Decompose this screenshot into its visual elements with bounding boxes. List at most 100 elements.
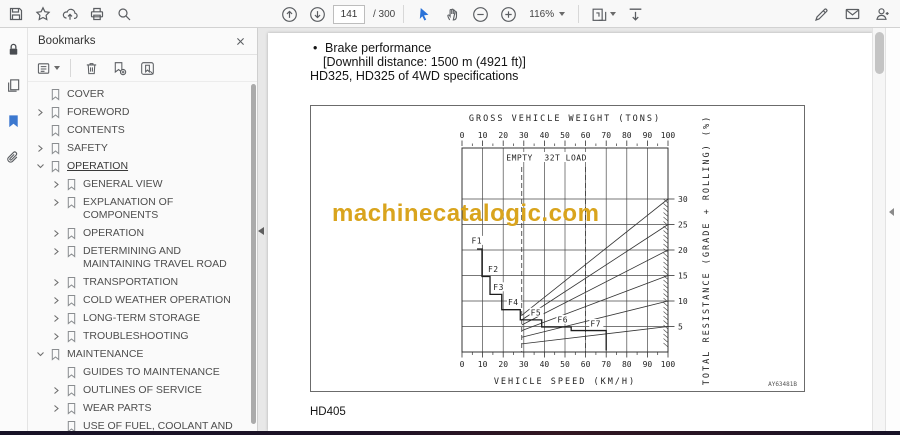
bookmarks-panel-button[interactable]	[3, 110, 25, 132]
page-up-button[interactable]	[277, 2, 301, 26]
save-button[interactable]	[4, 2, 28, 26]
fill-sign-button[interactable]	[810, 2, 834, 26]
bookmark-label[interactable]: WEAR PARTS	[83, 402, 248, 415]
chevron-right-icon[interactable]	[50, 294, 62, 307]
close-panel-button[interactable]	[231, 32, 249, 50]
chevron-right-icon[interactable]	[50, 384, 62, 397]
chevron-down-icon[interactable]	[34, 348, 46, 361]
page-number-input[interactable]: 141	[333, 4, 365, 24]
bookmark-icon	[51, 142, 60, 155]
bookmark-label[interactable]: OPERATION	[67, 160, 248, 173]
page-down-button[interactable]	[305, 2, 329, 26]
bookmark-label[interactable]: LONG-TERM STORAGE	[83, 312, 248, 325]
zoom-in-button[interactable]	[496, 2, 520, 26]
upload-button[interactable]	[58, 2, 82, 26]
bookmark-item[interactable]: CONTENTS	[28, 121, 250, 139]
bookmark-label[interactable]: CONTENTS	[67, 124, 248, 137]
new-bookmark-button[interactable]	[107, 56, 131, 80]
bookmark-item[interactable]: TROUBLESHOOTING	[28, 327, 250, 345]
expand-current-bookmark-icon	[140, 61, 154, 75]
chevron-right-icon[interactable]	[50, 227, 62, 240]
page-scrolling-button[interactable]	[623, 2, 647, 26]
zoom-out-button[interactable]	[468, 2, 492, 26]
fit-page-button[interactable]	[587, 2, 619, 26]
chevron-down-icon	[53, 66, 60, 70]
bookmark-item[interactable]: WEAR PARTS	[28, 399, 250, 417]
protection-button[interactable]	[3, 38, 25, 60]
bookmark-item[interactable]: LONG-TERM STORAGE	[28, 309, 250, 327]
bookmark-options-button[interactable]	[34, 56, 62, 80]
bookmark-item[interactable]: COLD WEATHER OPERATION	[28, 291, 250, 309]
expand-current-bookmark-button[interactable]	[135, 56, 159, 80]
svg-text:AY63481B: AY63481B	[768, 381, 797, 388]
delete-bookmark-button[interactable]	[79, 56, 103, 80]
print-button[interactable]	[85, 2, 109, 26]
scrollbar-thumb[interactable]	[875, 32, 884, 74]
document-scrollbar[interactable]	[872, 28, 886, 431]
chevron-right-icon[interactable]	[50, 196, 62, 209]
page-thumbnails-button[interactable]	[3, 74, 25, 96]
bookmark-label[interactable]: COLD WEATHER OPERATION	[83, 294, 248, 307]
chevron-right-icon[interactable]	[50, 312, 62, 325]
tools-strip	[886, 28, 900, 431]
bookmark-item[interactable]: USE OF FUEL, COOLANT AND LUBRICANTS ACCO…	[28, 417, 250, 431]
share-people-button[interactable]	[870, 2, 894, 26]
bookmark-item[interactable]: SAFETY	[28, 139, 250, 157]
bookmark-label[interactable]: GUIDES TO MAINTENANCE	[83, 366, 248, 379]
bookmark-item[interactable]: MAINTENANCE	[28, 345, 250, 363]
bookmark-item[interactable]: OPERATION	[28, 157, 250, 175]
bookmark-icon	[67, 330, 76, 343]
panel-scrollbar[interactable]	[251, 84, 256, 424]
chevron-right-icon[interactable]	[50, 178, 62, 191]
send-mail-button[interactable]	[840, 2, 864, 26]
bookmark-label[interactable]: EXPLANATION OF COMPONENTS	[83, 196, 248, 222]
chevron-right-icon[interactable]	[50, 330, 62, 343]
bookmark-item[interactable]: GUIDES TO MAINTENANCE	[28, 363, 250, 381]
bookmark-item[interactable]: OPERATION	[28, 224, 250, 242]
find-button[interactable]	[112, 2, 136, 26]
chevron-right-icon[interactable]	[34, 142, 46, 155]
bookmark-item[interactable]: TRANSPORTATION	[28, 273, 250, 291]
bookmark-icon	[67, 384, 76, 397]
bookmark-item[interactable]: DETERMINING AND MAINTAINING TRAVEL ROAD	[28, 242, 250, 273]
chevron-right-icon[interactable]	[50, 245, 62, 258]
hand-tool-button[interactable]	[440, 2, 464, 26]
svg-text:F7: F7	[590, 320, 601, 329]
bookmark-label[interactable]: FOREWORD	[67, 106, 248, 119]
chevron-right-icon[interactable]	[34, 106, 46, 119]
star-button[interactable]	[31, 2, 55, 26]
bookmark-label[interactable]: USE OF FUEL, COOLANT AND LUBRICANTS ACCO…	[83, 420, 248, 432]
chevron-down-icon[interactable]	[34, 160, 46, 173]
select-tool-button[interactable]	[412, 2, 436, 26]
bookmark-label[interactable]: TROUBLESHOOTING	[83, 330, 248, 343]
attachments-button[interactable]	[3, 146, 25, 168]
collapse-sidebar-button[interactable]	[258, 223, 267, 239]
svg-text:30: 30	[519, 360, 529, 369]
bookmark-item[interactable]: COVER	[28, 85, 250, 103]
bookmark-item[interactable]: FOREWORD	[28, 103, 250, 121]
chevron-left-icon[interactable]	[889, 208, 894, 216]
bookmark-label[interactable]: TRANSPORTATION	[83, 276, 248, 289]
bookmark-label[interactable]: OPERATION	[83, 227, 248, 240]
bookmark-item[interactable]: GENERAL VIEW	[28, 175, 250, 193]
chevron-right-icon[interactable]	[50, 402, 62, 415]
delete-bookmark-icon	[86, 62, 96, 74]
bookmark-item[interactable]: OUTLINES OF SERVICE	[28, 381, 250, 399]
watermark-text: machinecatalogic.com	[332, 200, 600, 227]
bookmark-icon	[66, 384, 79, 397]
bookmark-icon	[50, 124, 63, 137]
bookmark-label[interactable]: SAFETY	[67, 142, 248, 155]
bookmark-item[interactable]: EXPLANATION OF COMPONENTS	[28, 193, 250, 224]
bookmark-label[interactable]: DETERMINING AND MAINTAINING TRAVEL ROAD	[83, 245, 248, 271]
svg-text:30: 30	[519, 131, 529, 140]
toolbar-separator	[578, 5, 580, 23]
chevron-right-icon[interactable]	[50, 276, 62, 289]
bookmark-label[interactable]: OUTLINES OF SERVICE	[83, 384, 248, 397]
bookmark-label[interactable]: GENERAL VIEW	[83, 178, 248, 191]
bookmark-label[interactable]: COVER	[67, 88, 248, 101]
bookmark-icon	[50, 88, 63, 101]
bookmark-label[interactable]: MAINTENANCE	[67, 348, 248, 361]
bookmark-icon	[50, 160, 63, 173]
chevron-right-icon	[54, 314, 59, 322]
zoom-level-select[interactable]: 116%	[524, 4, 570, 24]
